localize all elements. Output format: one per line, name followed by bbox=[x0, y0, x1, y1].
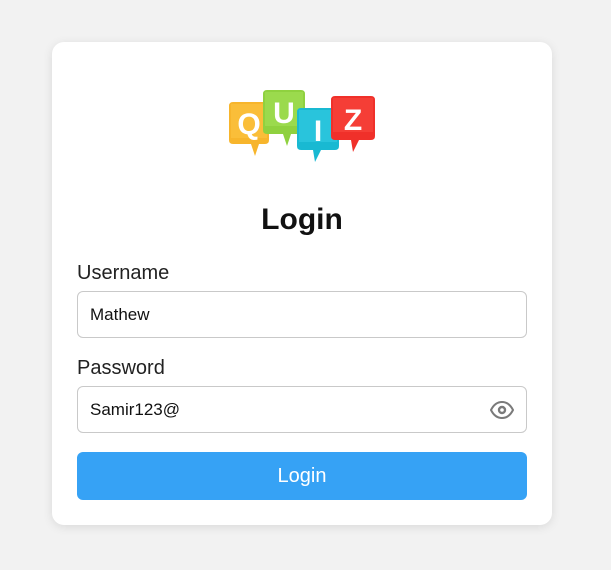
password-input[interactable] bbox=[90, 387, 480, 432]
logo-letter-i: I bbox=[314, 115, 322, 148]
quiz-logo: Q U I Z bbox=[229, 90, 375, 162]
eye-icon[interactable] bbox=[490, 399, 514, 421]
username-field-wrapper bbox=[77, 291, 527, 338]
login-button[interactable]: Login bbox=[77, 452, 527, 500]
logo-letter-z: Z bbox=[344, 104, 362, 137]
password-label: Password bbox=[77, 357, 165, 379]
login-card: Q U I Z Login Username Password bbox=[52, 42, 552, 525]
logo-letter-q: Q bbox=[237, 108, 260, 141]
username-input[interactable] bbox=[90, 292, 480, 337]
logo-letter-u: U bbox=[273, 97, 295, 130]
password-field-wrapper bbox=[77, 386, 527, 433]
username-label: Username bbox=[77, 262, 170, 284]
page-title: Login bbox=[261, 203, 343, 236]
